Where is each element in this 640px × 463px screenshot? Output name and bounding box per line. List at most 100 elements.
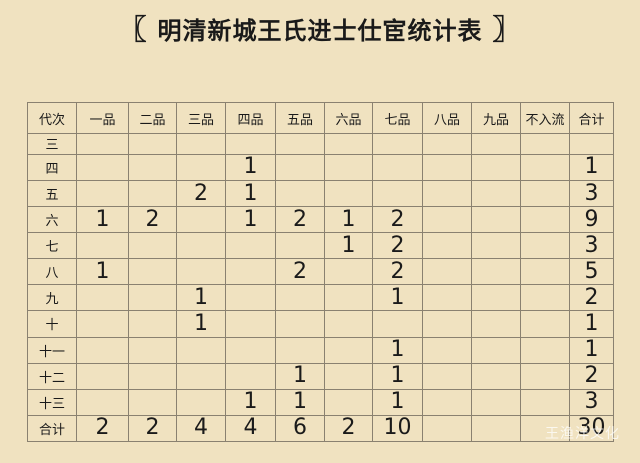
title-right-bracket: 〗	[492, 13, 522, 46]
table-row: 九 1 1 2	[27, 284, 614, 312]
count-cell	[225, 232, 276, 260]
table-row: 七 12 3	[27, 232, 614, 260]
count-cell: 1	[176, 284, 226, 312]
count-cell	[275, 284, 325, 312]
count-cell	[471, 284, 521, 312]
count-cell	[471, 179, 521, 208]
count-cell	[422, 284, 472, 312]
generation-label: 十二	[27, 362, 77, 390]
count-cell	[471, 153, 521, 181]
count-cell	[128, 388, 177, 416]
count-cell: 2	[275, 258, 325, 286]
page-title: 〖明清新城王氏进士仕宦统计表〗	[0, 10, 640, 51]
count-cell	[422, 179, 472, 208]
generation-label: 三	[27, 133, 77, 155]
count-cell	[225, 362, 276, 390]
header-cell: 代次	[27, 102, 77, 134]
header-cell: 二品	[128, 102, 177, 134]
count-cell	[422, 232, 472, 260]
generation-label: 十三	[27, 388, 77, 416]
header-cell: 九品	[471, 102, 521, 134]
header-cell: 一品	[76, 102, 129, 134]
generation-label: 十	[27, 310, 77, 338]
count-cell: 2	[128, 206, 177, 234]
count-cell	[422, 388, 472, 416]
count-cell	[520, 388, 570, 416]
count-cell	[324, 153, 373, 181]
header-cell: 不入流	[520, 102, 570, 134]
count-cell	[128, 258, 177, 286]
count-cell	[471, 336, 521, 364]
count-cell	[324, 133, 373, 155]
count-cell	[324, 362, 373, 390]
count-cell: 10	[372, 414, 423, 443]
count-cell	[520, 179, 570, 208]
count-cell	[372, 179, 423, 208]
count-cell: 1	[225, 179, 276, 208]
count-cell	[275, 133, 325, 155]
count-cell	[324, 258, 373, 286]
table-row: 八1 2 2 5	[27, 258, 614, 286]
count-cell	[520, 258, 570, 286]
header-cell: 六品	[324, 102, 373, 134]
count-cell: 2	[372, 232, 423, 260]
count-cell	[225, 284, 276, 312]
count-cell	[422, 310, 472, 338]
count-cell	[422, 133, 472, 155]
count-cell	[520, 232, 570, 260]
count-cell	[76, 336, 129, 364]
row-total-cell: 2	[569, 284, 614, 312]
count-cell	[520, 133, 570, 155]
row-total-cell: 1	[569, 310, 614, 338]
title-text: 明清新城王氏进士仕宦统计表	[157, 17, 483, 45]
count-cell	[520, 362, 570, 390]
count-cell	[471, 133, 521, 155]
header-cell: 八品	[422, 102, 472, 134]
header-cell: 七品	[372, 102, 423, 134]
count-cell	[76, 362, 129, 390]
count-cell	[76, 310, 129, 338]
count-cell: 1	[225, 206, 276, 234]
count-cell: 2	[128, 414, 177, 443]
count-cell	[128, 362, 177, 390]
count-cell	[76, 232, 129, 260]
count-cell	[471, 206, 521, 234]
count-cell	[324, 388, 373, 416]
row-total-cell: 3	[569, 388, 614, 416]
count-cell: 1	[372, 362, 423, 390]
count-cell	[422, 414, 472, 443]
count-cell	[176, 206, 226, 234]
title-left-bracket: 〖	[118, 13, 148, 46]
count-cell	[422, 258, 472, 286]
generation-label: 十一	[27, 336, 77, 364]
count-cell	[128, 310, 177, 338]
count-cell	[128, 232, 177, 260]
count-cell	[275, 179, 325, 208]
count-cell	[225, 258, 276, 286]
count-cell	[471, 388, 521, 416]
count-cell	[128, 133, 177, 155]
count-cell: 2	[372, 258, 423, 286]
count-cell	[76, 388, 129, 416]
generation-label: 八	[27, 258, 77, 286]
count-cell: 2	[176, 179, 226, 208]
generation-label: 九	[27, 284, 77, 312]
count-cell: 1	[275, 362, 325, 390]
count-cell	[471, 414, 521, 443]
count-cell	[176, 153, 226, 181]
count-cell: 1	[225, 153, 276, 181]
count-cell	[76, 179, 129, 208]
count-cell	[176, 362, 226, 390]
table-row: 四 1 1	[27, 153, 614, 181]
count-cell: 2	[372, 206, 423, 234]
count-cell	[471, 258, 521, 286]
count-cell: 2	[275, 206, 325, 234]
watermark: 王渔洋文化	[545, 426, 620, 442]
table-row: 十一 1 1	[27, 336, 614, 364]
count-cell	[76, 133, 129, 155]
table-row: 十 1 1	[27, 310, 614, 338]
generation-label: 合计	[27, 414, 77, 443]
count-cell: 1	[324, 206, 373, 234]
count-cell: 4	[176, 414, 226, 443]
table-row: 十二 1 1 2	[27, 362, 614, 390]
